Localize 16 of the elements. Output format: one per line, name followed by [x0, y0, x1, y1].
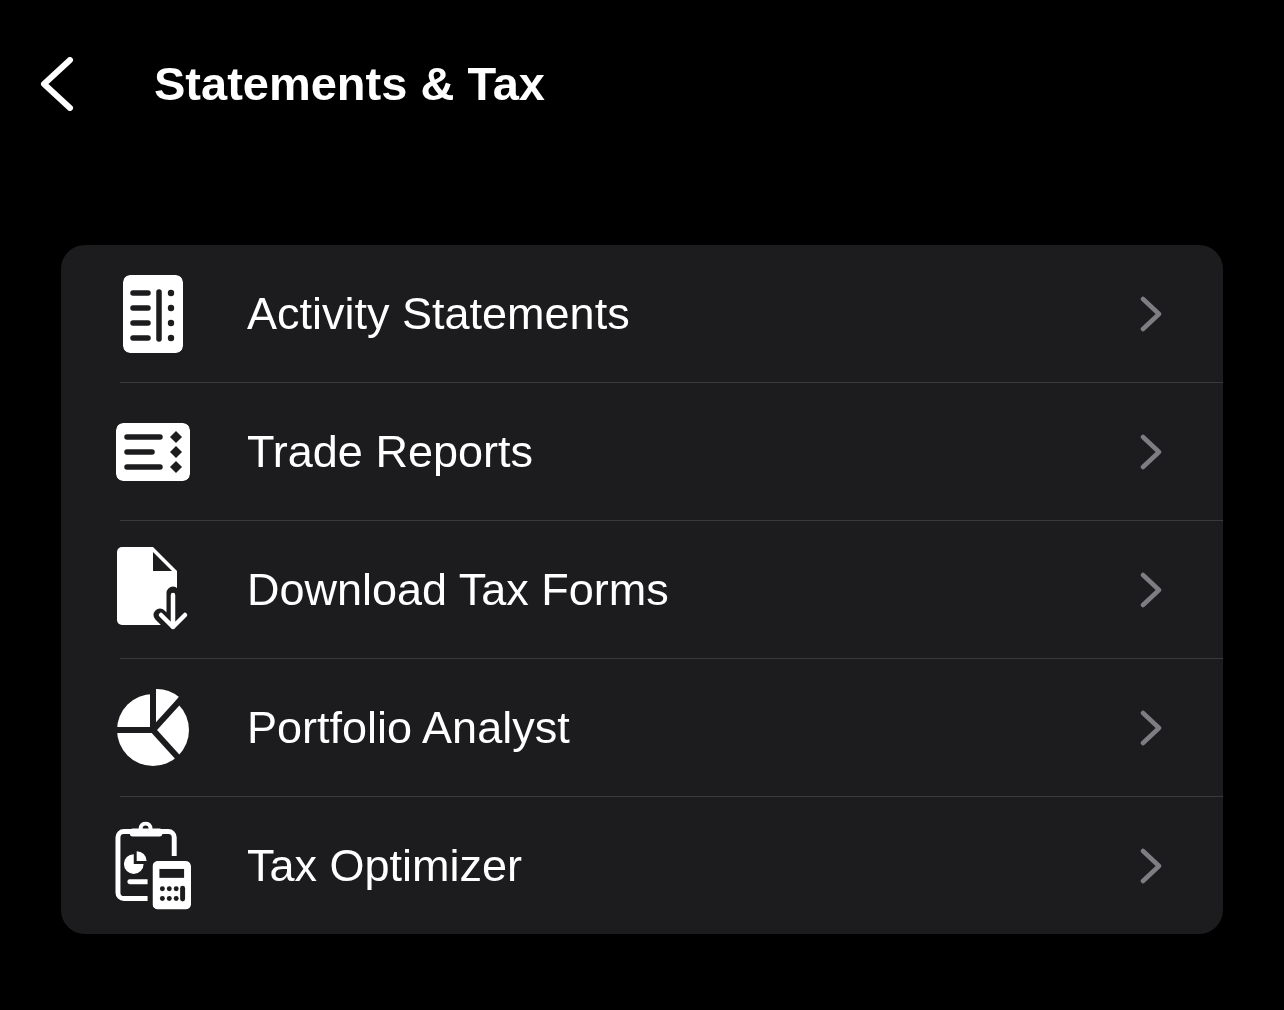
chevron-right-icon [1140, 295, 1162, 332]
pie-chart-icon [117, 688, 189, 767]
chevron-right-icon [1140, 847, 1162, 884]
menu-item[interactable]: Tax Optimizer [61, 797, 1223, 934]
list-card-icon [116, 422, 190, 481]
menu-item[interactable]: Portfolio Analyst [61, 659, 1223, 796]
page-title: Statements & Tax [154, 58, 545, 110]
back-icon[interactable] [40, 57, 74, 111]
menu-item[interactable]: Download Tax Forms [61, 521, 1223, 658]
list-document-icon [123, 274, 183, 353]
menu-item[interactable]: Trade Reports [61, 383, 1223, 520]
chevron-right-icon [1140, 571, 1162, 608]
chevron-right-icon [1140, 433, 1162, 470]
chevron-right-icon [1140, 709, 1162, 746]
menu-item[interactable]: Activity Statements [61, 245, 1223, 382]
clipboard-calculator-icon [115, 821, 191, 910]
